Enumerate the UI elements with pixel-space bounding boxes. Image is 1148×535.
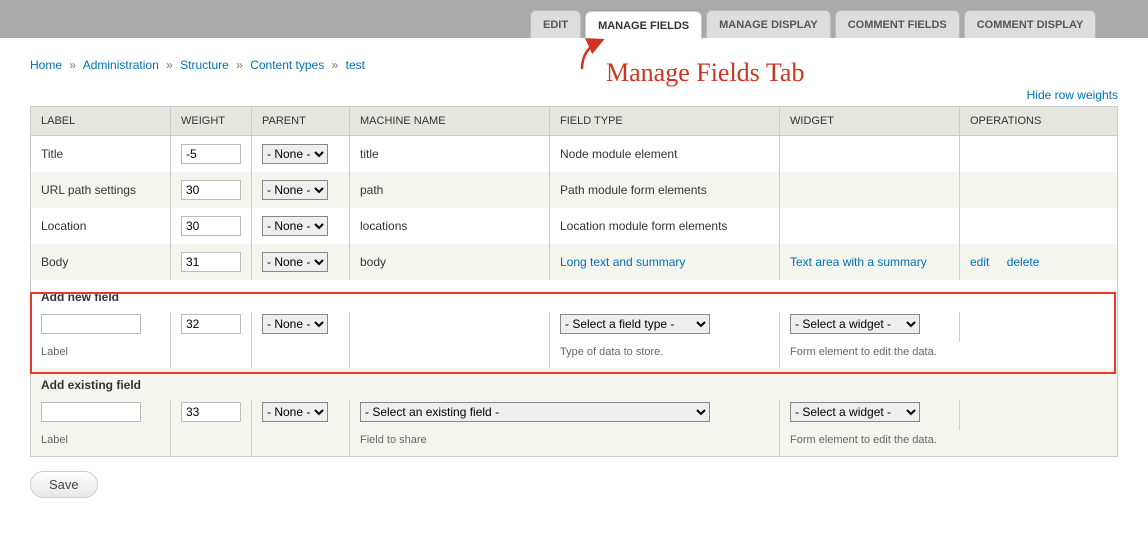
tab-comment-display[interactable]: COMMENT DISPLAY <box>964 10 1097 38</box>
breadcrumb: Home » Administration » Structure » Cont… <box>30 58 1118 72</box>
hide-row-weights-link[interactable]: Hide row weights <box>1027 88 1118 102</box>
existing-field-label-input[interactable] <box>41 402 141 422</box>
parent-select[interactable]: - None - <box>262 144 328 164</box>
widget-link[interactable]: Text area with a summary <box>790 255 927 269</box>
field-type: Location module form elements <box>550 208 780 244</box>
add-existing-field-desc: Label Field to share Form element to edi… <box>31 430 1118 457</box>
field-type: Node module element <box>550 136 780 173</box>
widget-desc: Form element to edit the data. <box>780 342 1118 368</box>
widget-select[interactable]: - Select a widget - <box>790 402 920 422</box>
machine-name: locations <box>350 208 550 244</box>
field-label: URL path settings <box>31 172 171 208</box>
widget-select[interactable]: - Select a widget - <box>790 314 920 334</box>
col-ops: OPERATIONS <box>960 107 1118 136</box>
breadcrumb-home[interactable]: Home <box>30 58 62 72</box>
fields-table: LABEL WEIGHT PARENT MACHINE NAME FIELD T… <box>30 106 1118 457</box>
widget-desc: Form element to edit the data. <box>780 430 1118 457</box>
breadcrumb-sep: » <box>69 58 76 72</box>
tab-edit[interactable]: EDIT <box>530 10 581 38</box>
existing-field-desc: Field to share <box>350 430 780 457</box>
col-weight: WEIGHT <box>171 107 252 136</box>
add-existing-field-section: Add existing field <box>31 368 1118 400</box>
breadcrumb-sep: » <box>332 58 339 72</box>
label-desc: Label <box>31 342 171 368</box>
parent-select[interactable]: - None - <box>262 216 328 236</box>
parent-select[interactable]: - None - <box>262 180 328 200</box>
table-row: Body - None - body Long text and summary… <box>31 244 1118 280</box>
col-parent: PARENT <box>252 107 350 136</box>
existing-field-select[interactable]: - Select an existing field - <box>360 402 710 422</box>
weight-input[interactable] <box>181 144 241 164</box>
section-heading: Add new field <box>31 280 1118 312</box>
table-row: Location - None - locations Location mod… <box>31 208 1118 244</box>
col-field-type: FIELD TYPE <box>550 107 780 136</box>
add-new-field-desc: Label Type of data to store. Form elemen… <box>31 342 1118 368</box>
machine-name: body <box>350 244 550 280</box>
parent-select[interactable]: - None - <box>262 314 328 334</box>
section-heading: Add existing field <box>31 368 1118 400</box>
table-row: Title - None - title Node module element <box>31 136 1118 173</box>
weight-input[interactable] <box>181 216 241 236</box>
field-type-select[interactable]: - Select a field type - <box>560 314 710 334</box>
type-desc: Type of data to store. <box>550 342 780 368</box>
field-type: Path module form elements <box>550 172 780 208</box>
col-machine: MACHINE NAME <box>350 107 550 136</box>
breadcrumb-admin[interactable]: Administration <box>83 58 159 72</box>
weight-input[interactable] <box>181 314 241 334</box>
tab-comment-fields[interactable]: COMMENT FIELDS <box>835 10 960 38</box>
primary-tabs: EDIT MANAGE FIELDS MANAGE DISPLAY COMMEN… <box>0 0 1148 38</box>
col-label: LABEL <box>31 107 171 136</box>
weight-input[interactable] <box>181 252 241 272</box>
parent-select[interactable]: - None - <box>262 252 328 272</box>
add-new-field-section: Add new field <box>31 280 1118 312</box>
parent-select[interactable]: - None - <box>262 402 328 422</box>
breadcrumb-sep: » <box>236 58 243 72</box>
save-button[interactable]: Save <box>30 471 98 498</box>
weight-input[interactable] <box>181 180 241 200</box>
machine-name: title <box>350 136 550 173</box>
tab-manage-display[interactable]: MANAGE DISPLAY <box>706 10 831 38</box>
breadcrumb-structure[interactable]: Structure <box>180 58 229 72</box>
label-desc: Label <box>31 430 171 457</box>
breadcrumb-current[interactable]: test <box>346 58 365 72</box>
field-label: Body <box>31 244 171 280</box>
machine-name: path <box>350 172 550 208</box>
add-new-field-row: - None - - Select a field type - - Selec… <box>31 312 1118 342</box>
col-widget: WIDGET <box>780 107 960 136</box>
tab-manage-fields[interactable]: MANAGE FIELDS <box>585 11 702 39</box>
field-label: Location <box>31 208 171 244</box>
new-field-label-input[interactable] <box>41 314 141 334</box>
breadcrumb-content-types[interactable]: Content types <box>250 58 324 72</box>
table-row: URL path settings - None - path Path mod… <box>31 172 1118 208</box>
field-label: Title <box>31 136 171 173</box>
edit-link[interactable]: edit <box>970 255 989 269</box>
add-existing-field-row: - None - - Select an existing field - - … <box>31 400 1118 430</box>
field-type-link[interactable]: Long text and summary <box>560 255 685 269</box>
breadcrumb-sep: » <box>166 58 173 72</box>
delete-link[interactable]: delete <box>1007 255 1040 269</box>
weight-input[interactable] <box>181 402 241 422</box>
